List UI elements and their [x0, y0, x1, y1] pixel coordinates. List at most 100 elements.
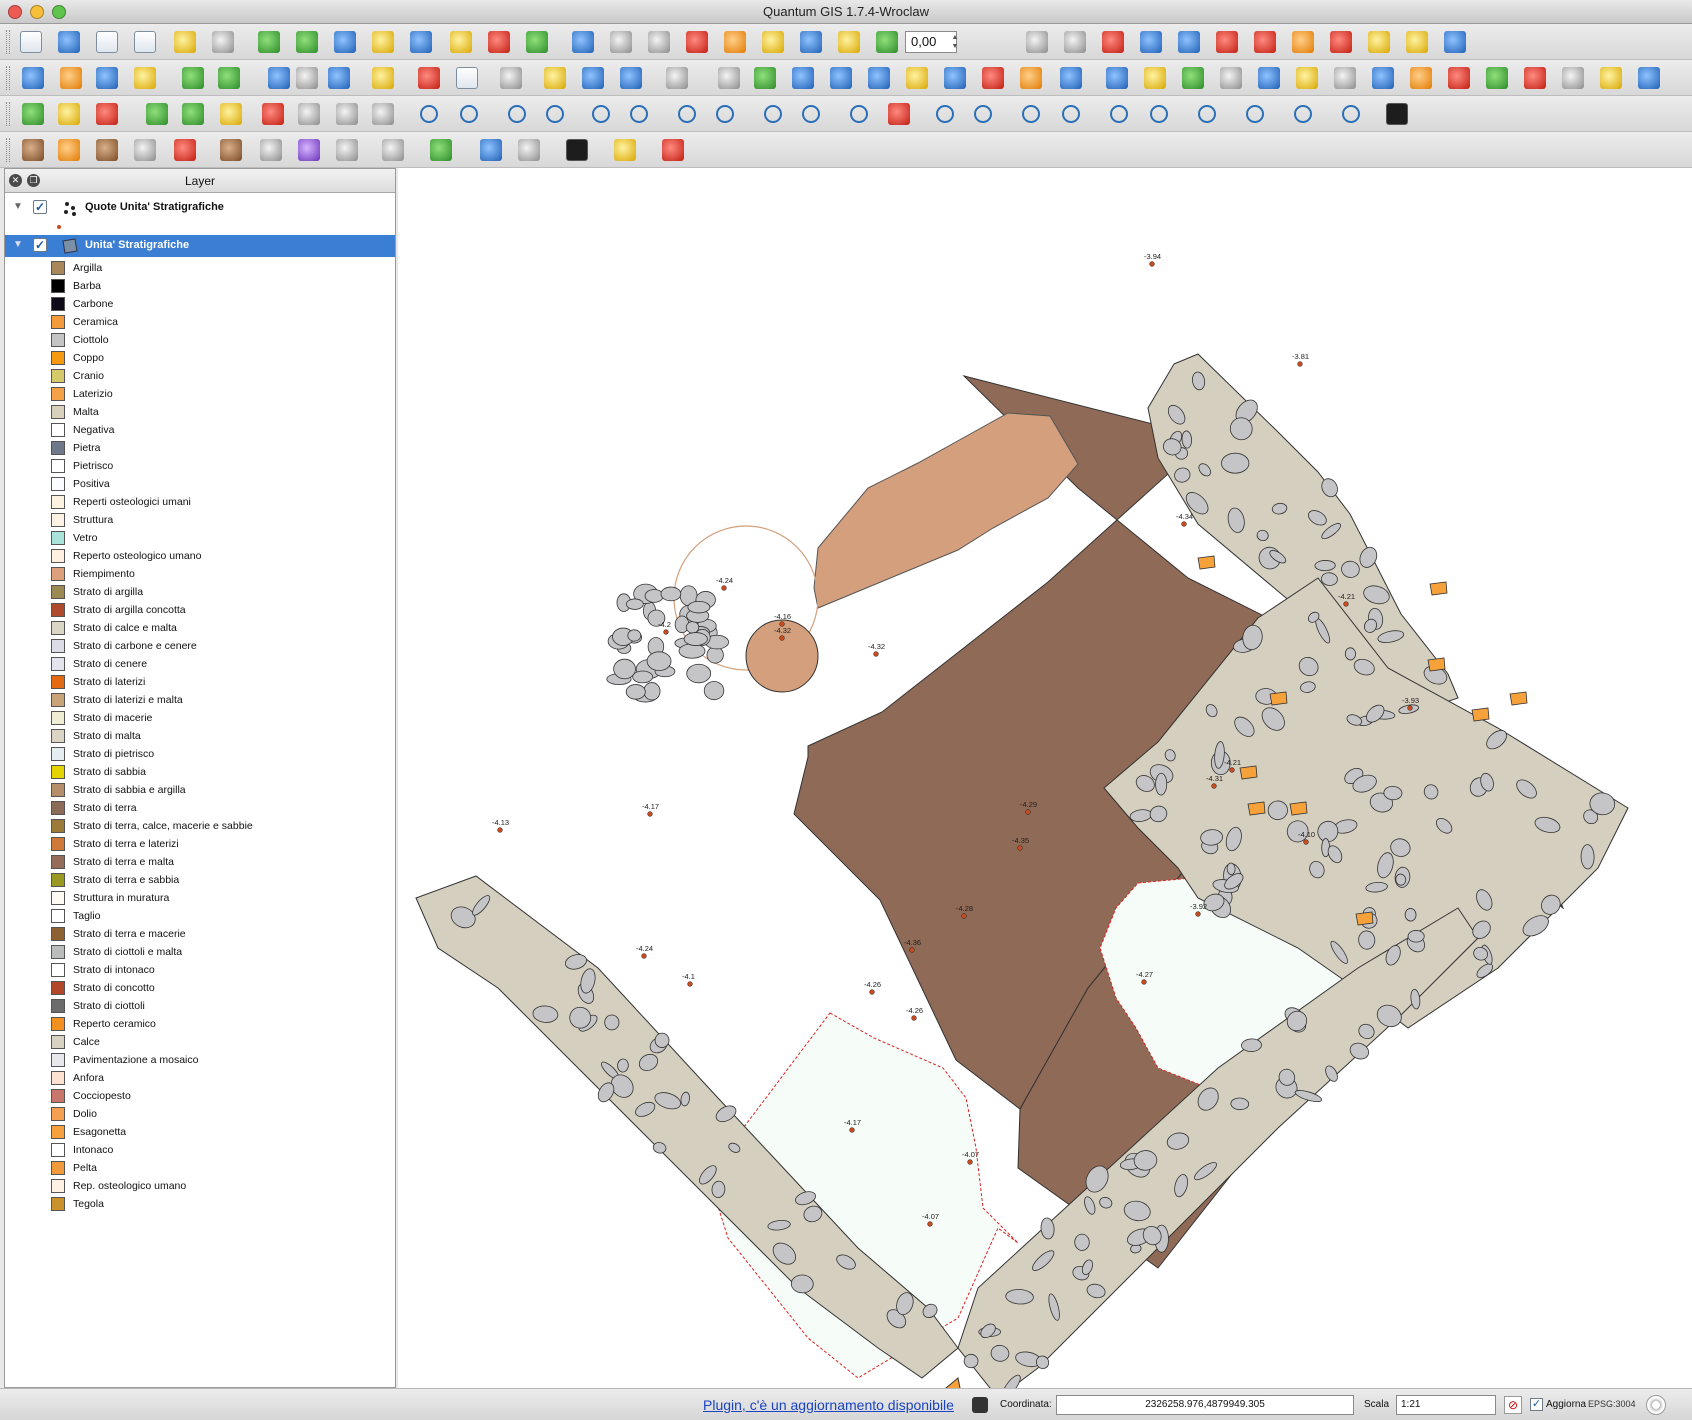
legend-item[interactable]: Strato di terra e macerie	[5, 925, 395, 943]
toolbar-grip[interactable]	[6, 138, 10, 162]
line-add-icon[interactable]	[630, 105, 648, 123]
legend-item[interactable]: Tegola	[5, 1195, 395, 1213]
legend-item[interactable]: Ciottolo	[5, 331, 395, 349]
legend-item[interactable]: Barba	[5, 277, 395, 295]
multi-point-icon[interactable]	[764, 105, 782, 123]
rotate-label-icon[interactable]	[96, 67, 118, 89]
python-console-icon[interactable]	[1386, 103, 1408, 125]
sync-icon[interactable]	[518, 139, 540, 161]
measure-line-icon[interactable]	[500, 67, 522, 89]
move-label-icon[interactable]	[60, 67, 82, 89]
vertex-add-icon[interactable]	[546, 105, 564, 123]
elevation-point[interactable]	[1303, 839, 1309, 845]
split-features-icon[interactable]	[1330, 31, 1352, 53]
legend-item[interactable]: Reperti osteologici umani	[5, 493, 395, 511]
svg-icon[interactable]	[1562, 67, 1584, 89]
segment-add-icon[interactable]	[1062, 105, 1080, 123]
amphora-icon[interactable]	[58, 139, 80, 161]
merge-attributes-icon[interactable]	[1406, 31, 1428, 53]
elevation-point[interactable]	[1181, 521, 1187, 527]
delete-ring-icon[interactable]	[1216, 31, 1238, 53]
legend-item[interactable]: Reperto ceramico	[5, 1015, 395, 1033]
legend-item[interactable]: Strato di carbone e cenere	[5, 637, 395, 655]
ceramica-fragment[interactable]	[1239, 765, 1258, 780]
legend-item[interactable]: Strato di terra	[5, 799, 395, 817]
legend-item[interactable]: Cocciopesto	[5, 1087, 395, 1105]
home-icon[interactable]	[620, 67, 642, 89]
run-icon[interactable]	[430, 139, 452, 161]
chart-icon[interactable]	[1410, 67, 1432, 89]
print-composer-icon[interactable]	[174, 31, 196, 53]
elevation-point[interactable]	[1229, 767, 1235, 773]
copy-features-icon[interactable]	[800, 31, 822, 53]
legend-item[interactable]: Strato di cenere	[5, 655, 395, 673]
google-icon[interactable]	[1060, 67, 1082, 89]
simplify-feature-icon[interactable]	[1102, 31, 1124, 53]
capture-polygon-icon[interactable]	[22, 103, 44, 125]
stop-render-icon[interactable]: ⊘	[1504, 1396, 1522, 1414]
edit-note-icon[interactable]	[1600, 67, 1622, 89]
line-select-icon[interactable]	[592, 105, 610, 123]
legend-item[interactable]: Strato di terra, calce, macerie e sabbie	[5, 817, 395, 835]
change-label-icon[interactable]	[134, 67, 156, 89]
image-export-icon[interactable]	[1638, 67, 1660, 89]
rotate-point-icon[interactable]	[1444, 31, 1466, 53]
cut-features-icon[interactable]	[762, 31, 784, 53]
image-icon[interactable]	[1372, 67, 1394, 89]
burial-icon[interactable]	[220, 139, 242, 161]
window-zoom-button[interactable]	[52, 5, 66, 19]
plugin-icon[interactable]	[1448, 67, 1470, 89]
legend-item[interactable]: Strato di ciottoli e malta	[5, 943, 395, 961]
elevation-point[interactable]	[1407, 705, 1413, 711]
new-shapefile-icon[interactable]	[450, 31, 472, 53]
capture-star-icon[interactable]	[58, 103, 80, 125]
ceramica-fragment[interactable]	[1427, 657, 1446, 672]
elevation-point[interactable]	[1297, 361, 1303, 367]
legend-item[interactable]: Strato di ciottoli	[5, 997, 395, 1015]
toolbar-grip[interactable]	[6, 66, 10, 90]
scale-feature-icon[interactable]	[372, 103, 394, 125]
select-features-icon[interactable]	[372, 67, 394, 89]
paste-features-icon[interactable]	[838, 31, 860, 53]
offset-icon[interactable]	[336, 103, 358, 125]
elevation-point[interactable]	[497, 827, 503, 833]
legend-item[interactable]: Strato di sabbia	[5, 763, 395, 781]
elevation-point[interactable]	[961, 913, 967, 919]
redo-icon[interactable]	[1064, 31, 1086, 53]
vertex-icon[interactable]	[508, 105, 526, 123]
legend-item[interactable]: Negativa	[5, 421, 395, 439]
reshape-icon[interactable]	[298, 103, 320, 125]
legend-item[interactable]: Malta	[5, 403, 395, 421]
save-as-icon[interactable]	[134, 31, 156, 53]
compass-icon[interactable]	[1296, 67, 1318, 89]
legend-item[interactable]: Pietrisco	[5, 457, 395, 475]
histogram-icon[interactable]	[1220, 67, 1242, 89]
scale-field[interactable]: 1:21	[1396, 1395, 1496, 1415]
info-icon[interactable]	[662, 139, 684, 161]
legend-item[interactable]: Strato di calce e malta	[5, 619, 395, 637]
rotation-spinbox[interactable]: 0,00	[905, 31, 957, 53]
people-icon[interactable]	[336, 139, 358, 161]
undo-icon[interactable]	[1026, 31, 1048, 53]
ceramica-fragment[interactable]	[1429, 581, 1448, 596]
opera-icon[interactable]	[1524, 67, 1546, 89]
legend-item[interactable]: Pietra	[5, 439, 395, 457]
globe-icon[interactable]	[1182, 67, 1204, 89]
legend-item[interactable]: Laterizio	[5, 385, 395, 403]
print-icon[interactable]	[212, 31, 234, 53]
structure-icon[interactable]	[96, 139, 118, 161]
legend-item[interactable]: Strato di sabbia e argilla	[5, 781, 395, 799]
d2s-icon[interactable]	[1144, 67, 1166, 89]
legend-item[interactable]: Strato di macerie	[5, 709, 395, 727]
us-form-icon[interactable]	[134, 139, 156, 161]
folder-icon[interactable]	[1486, 67, 1508, 89]
identify-features-icon[interactable]	[268, 67, 290, 89]
ceramica-fragment[interactable]	[1269, 691, 1288, 706]
legend-item[interactable]: Reperto osteologico umano	[5, 547, 395, 565]
add-spatialite-layer-icon[interactable]	[372, 31, 394, 53]
line-tool-icon[interactable]	[936, 105, 954, 123]
expand-triangle-icon[interactable]: ▼	[13, 201, 23, 212]
add-wfs-layer-icon[interactable]	[526, 31, 548, 53]
legend-item[interactable]: Strato di laterizi	[5, 673, 395, 691]
elevation-point[interactable]	[1141, 979, 1147, 985]
